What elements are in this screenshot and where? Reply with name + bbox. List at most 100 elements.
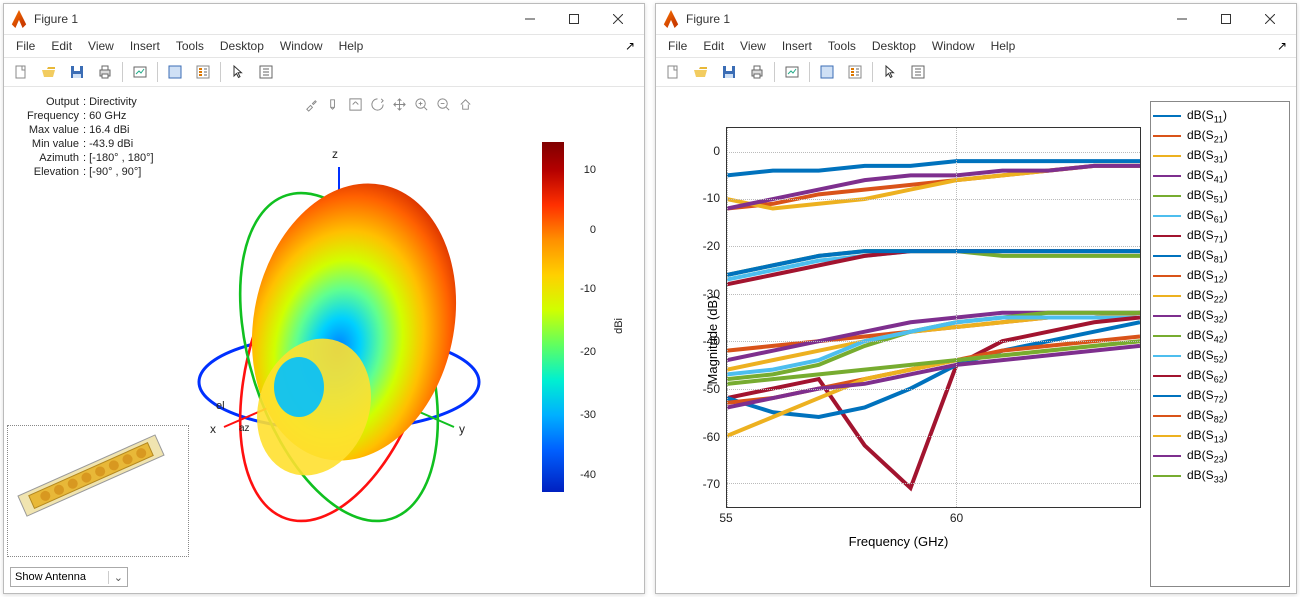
rotate3d-axes-button[interactable] [368, 95, 386, 113]
menu-desktop[interactable]: Desktop [212, 37, 272, 55]
menu-window[interactable]: Window [924, 37, 983, 55]
open-button[interactable] [688, 59, 714, 85]
brush-axes-button[interactable] [302, 95, 320, 113]
legend-item[interactable]: dB(S51) [1153, 186, 1287, 206]
datalink-button[interactable] [127, 59, 153, 85]
info-block: Output: DirectivityFrequency: 60 GHzMax … [19, 95, 154, 179]
menu-tools[interactable]: Tools [820, 37, 864, 55]
legend-label: dB(S71) [1187, 228, 1228, 244]
menu-restore-icon[interactable]: ↗ [620, 37, 640, 55]
legend-swatch [1153, 375, 1181, 377]
maximize-button[interactable] [552, 5, 596, 33]
menu-view[interactable]: View [80, 37, 122, 55]
legend-swatch [1153, 195, 1181, 197]
colorbar-label: dBi [613, 318, 625, 334]
box-out-axes-button[interactable] [346, 95, 364, 113]
legend-item[interactable]: dB(S41) [1153, 166, 1287, 186]
zoom-out-axes-button[interactable] [434, 95, 452, 113]
save-button[interactable] [64, 59, 90, 85]
titlebar[interactable]: Figure 1 [4, 4, 644, 35]
open-button[interactable] [36, 59, 62, 85]
menu-desktop[interactable]: Desktop [864, 37, 924, 55]
menu-file[interactable]: File [8, 37, 43, 55]
legend-item[interactable]: dB(S22) [1153, 286, 1287, 306]
legend-item[interactable]: dB(S32) [1153, 306, 1287, 326]
new-button[interactable] [660, 59, 686, 85]
legend-swatch [1153, 335, 1181, 337]
menubar-left: FileEditViewInsertToolsDesktopWindowHelp… [4, 35, 644, 58]
insert-legend-button[interactable] [842, 59, 868, 85]
menu-edit[interactable]: Edit [695, 37, 732, 55]
legend[interactable]: dB(S11) dB(S21) dB(S31)dB(S41)dB(S51) dB(S6… [1150, 101, 1290, 587]
home-axes-button[interactable] [456, 95, 474, 113]
legend-item[interactable]: dB(S81) [1153, 246, 1287, 266]
axes-2d[interactable]: 0-10-20-30-40-50-60-70 5560 Magnitude (d… [656, 87, 1296, 593]
pointer-button[interactable] [225, 59, 251, 85]
legend-item[interactable]: dB(S82) [1153, 406, 1287, 426]
new-button[interactable] [8, 59, 34, 85]
menu-restore-icon[interactable]: ↗ [1272, 37, 1292, 55]
menu-help[interactable]: Help [331, 37, 372, 55]
menu-insert[interactable]: Insert [122, 37, 168, 55]
legend-item[interactable]: dB(S21) [1153, 126, 1287, 146]
legend-label: dB(S72) [1187, 388, 1228, 404]
chart-plot-area[interactable] [726, 127, 1141, 508]
close-button[interactable] [1248, 5, 1292, 33]
maximize-button[interactable] [1204, 5, 1248, 33]
show-antenna-dropdown[interactable]: Show Antenna ⌄ [10, 567, 128, 587]
minimize-button[interactable] [1160, 5, 1204, 33]
colorbar[interactable] [542, 142, 564, 492]
legend-label: dB(S61) [1187, 208, 1228, 224]
legend-item[interactable]: dB(S62) [1153, 366, 1287, 386]
legend-swatch [1153, 475, 1181, 477]
window-title: Figure 1 [686, 12, 1160, 26]
menu-insert[interactable]: Insert [774, 37, 820, 55]
erase-axes-button[interactable] [324, 95, 342, 113]
legend-item[interactable]: dB(S42) [1153, 326, 1287, 346]
menu-help[interactable]: Help [983, 37, 1024, 55]
close-button[interactable] [596, 5, 640, 33]
x-axis-label: Frequency (GHz) [656, 534, 1141, 549]
legend-swatch [1153, 235, 1181, 237]
legend-swatch [1153, 175, 1181, 177]
insert-legend-button[interactable] [190, 59, 216, 85]
print-button[interactable] [92, 59, 118, 85]
menu-window[interactable]: Window [272, 37, 331, 55]
legend-item[interactable]: dB(S11) [1153, 106, 1287, 126]
insert-box-button[interactable] [162, 59, 188, 85]
legend-item[interactable]: dB(S71) [1153, 226, 1287, 246]
legend-item[interactable]: dB(S52) [1153, 346, 1287, 366]
legend-item[interactable]: dB(S23) [1153, 446, 1287, 466]
axes-3d[interactable]: Output: DirectivityFrequency: 60 GHzMax … [4, 87, 644, 593]
minimize-button[interactable] [508, 5, 552, 33]
legend-item[interactable]: dB(S12) [1153, 266, 1287, 286]
legend-item[interactable]: dB(S33) [1153, 466, 1287, 486]
insert-box-button[interactable] [814, 59, 840, 85]
pan-axes-button[interactable] [390, 95, 408, 113]
menu-file[interactable]: File [660, 37, 695, 55]
window-title: Figure 1 [34, 12, 508, 26]
legend-item[interactable]: dB(S61) [1153, 206, 1287, 226]
radiation-pattern-3d[interactable]: z x y az el [184, 127, 494, 547]
print-button[interactable] [744, 59, 770, 85]
legend-label: dB(S21) [1187, 128, 1228, 144]
save-button[interactable] [716, 59, 742, 85]
legend-item[interactable]: dB(S13) [1153, 426, 1287, 446]
menu-tools[interactable]: Tools [168, 37, 212, 55]
menu-view[interactable]: View [732, 37, 774, 55]
antenna-inset[interactable] [7, 425, 189, 557]
menu-edit[interactable]: Edit [43, 37, 80, 55]
legend-item[interactable]: dB(S72) [1153, 386, 1287, 406]
axes-toolbar-left [302, 95, 474, 113]
inspector-button[interactable] [253, 59, 279, 85]
titlebar[interactable]: Figure 1 [656, 4, 1296, 35]
legend-label: dB(S23) [1187, 448, 1228, 464]
legend-swatch [1153, 215, 1181, 217]
pointer-button[interactable] [877, 59, 903, 85]
figure-window-1: Figure 1 FileEditViewInsertToolsDesktopW… [3, 3, 645, 594]
legend-item[interactable]: dB(S31) [1153, 146, 1287, 166]
inspector-button[interactable] [905, 59, 931, 85]
legend-swatch [1153, 415, 1181, 417]
zoom-in-axes-button[interactable] [412, 95, 430, 113]
datalink-button[interactable] [779, 59, 805, 85]
